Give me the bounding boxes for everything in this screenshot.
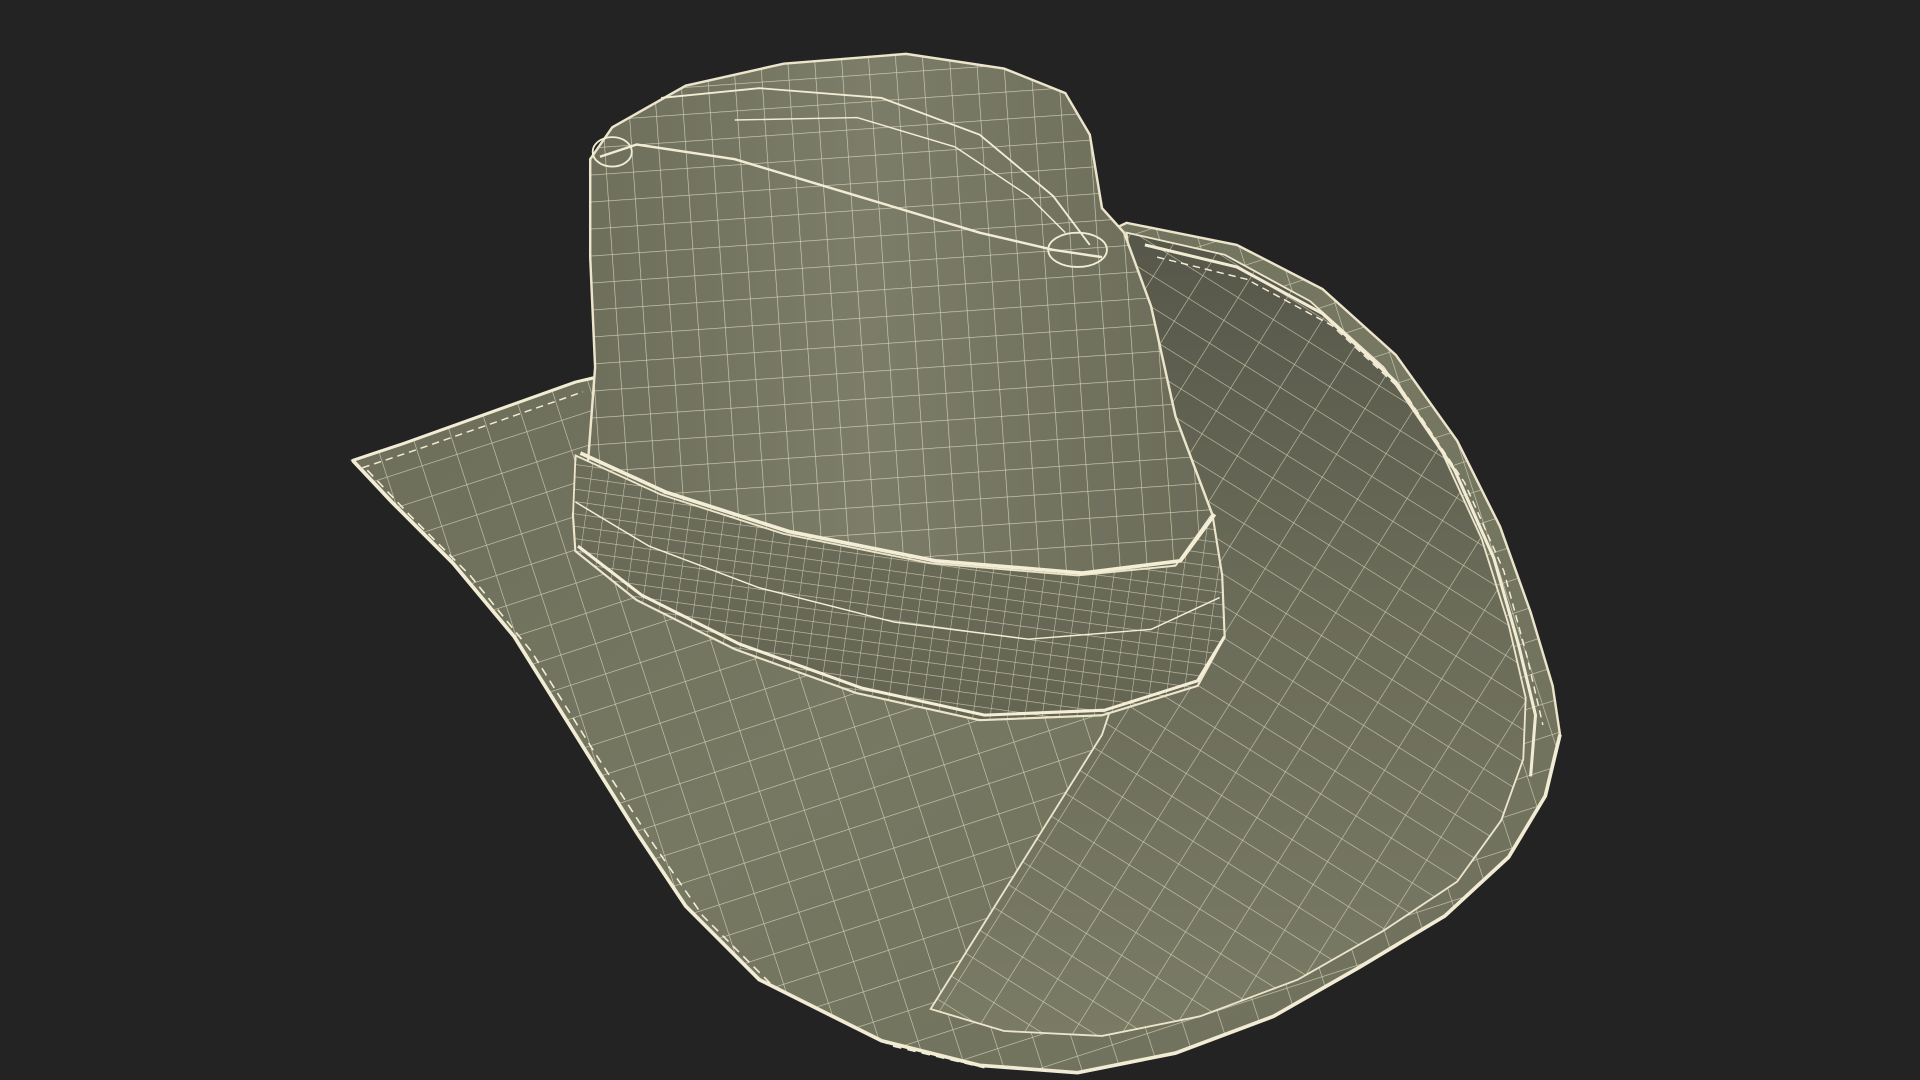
hat-render (350, 52, 1562, 1075)
render-viewport (0, 0, 1920, 1080)
